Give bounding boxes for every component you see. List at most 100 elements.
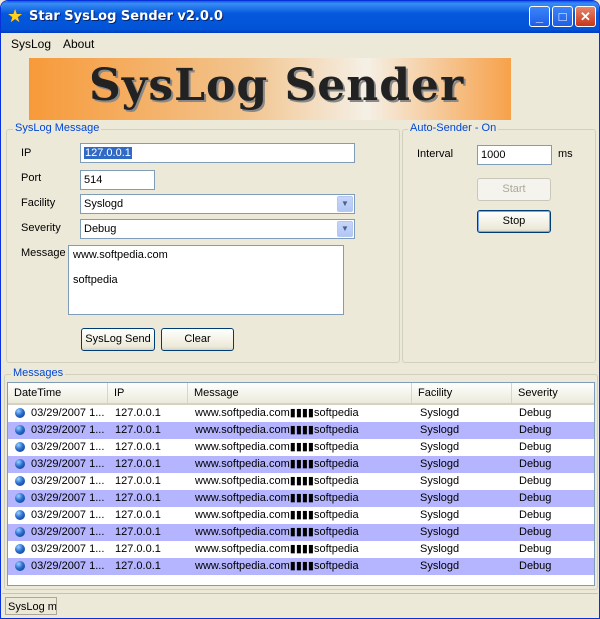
table-row[interactable]: 03/29/2007 1... 127.0.0.1 www.softpedia.co… <box>8 439 594 456</box>
table-row[interactable]: 03/29/2007 1... 127.0.0.1 www.softpedia.co… <box>8 405 594 422</box>
cell-ip: 127.0.0.1 <box>115 458 161 470</box>
menu-syslog[interactable]: SysLog <box>11 37 51 51</box>
menu-about[interactable]: About <box>63 37 94 51</box>
cell-ip: 127.0.0.1 <box>115 526 161 538</box>
cell-ip: 127.0.0.1 <box>115 441 161 453</box>
cell-facility: Syslogd <box>420 526 460 538</box>
port-input[interactable]: 514 <box>80 170 155 190</box>
column-header-ip[interactable]: IP <box>108 383 188 403</box>
cell-severity: Debug <box>519 560 552 572</box>
cell-message: www.softpedia.com▮▮▮▮softpedia <box>195 526 359 538</box>
messages-list[interactable]: DateTime IP Message Facility Severity 03… <box>7 382 595 586</box>
table-row[interactable]: 03/29/2007 1... 127.0.0.1 www.softpedia.co… <box>8 490 594 507</box>
cell-facility: Syslogd <box>420 441 460 453</box>
cell-severity: Debug <box>519 441 552 453</box>
ip-input[interactable]: 127.0.0.1 <box>80 143 355 163</box>
close-button[interactable]: ✕ <box>575 6 596 27</box>
star-app-icon[interactable]: ★ <box>7 7 23 25</box>
message-bullet-icon <box>15 442 25 452</box>
syslog-send-button[interactable]: SysLog Send <box>81 328 155 351</box>
table-row[interactable]: 03/29/2007 1... 127.0.0.1 www.softpedia.co… <box>8 473 594 490</box>
chevron-down-icon[interactable]: ▼ <box>337 196 353 212</box>
status-bar: SysLog me <box>2 593 598 618</box>
title-bar[interactable]: ★ Star SysLog Sender v2.0.0 _ □ ✕ <box>1 1 599 33</box>
ms-label: ms <box>558 148 573 160</box>
cell-facility: Syslogd <box>420 560 460 572</box>
message-bullet-icon <box>15 544 25 554</box>
message-line <box>73 261 339 274</box>
cell-datetime: 03/29/2007 1... <box>31 407 105 419</box>
cell-ip: 127.0.0.1 <box>115 475 161 487</box>
cell-severity: Debug <box>519 475 552 487</box>
table-row[interactable]: 03/29/2007 1... 127.0.0.1 www.softpedia.co… <box>8 456 594 473</box>
facility-select[interactable]: Syslogd ▼ <box>80 194 355 214</box>
cell-datetime: 03/29/2007 1... <box>31 543 105 555</box>
table-row[interactable]: 03/29/2007 1... 127.0.0.1 www.softpedia.co… <box>8 541 594 558</box>
interval-label: Interval <box>417 148 454 160</box>
cell-facility: Syslogd <box>420 492 460 504</box>
cell-message: www.softpedia.com▮▮▮▮softpedia <box>195 543 359 555</box>
cell-severity: Debug <box>519 543 552 555</box>
chevron-down-icon[interactable]: ▼ <box>337 221 353 237</box>
maximize-button[interactable]: □ <box>552 6 573 27</box>
severity-select[interactable]: Debug ▼ <box>80 219 355 239</box>
minimize-button[interactable]: _ <box>529 6 550 27</box>
table-row[interactable]: 03/29/2007 1... 127.0.0.1 www.softpedia.co… <box>8 422 594 439</box>
port-label: Port <box>21 172 42 184</box>
column-header-facility[interactable]: Facility <box>412 383 512 403</box>
column-header-message[interactable]: Message <box>188 383 412 403</box>
group-label-auto-sender: Auto-Sender - On <box>408 122 499 134</box>
cell-severity: Debug <box>519 424 552 436</box>
cell-message: www.softpedia.com▮▮▮▮softpedia <box>195 407 359 419</box>
severity-value: Debug <box>84 223 117 235</box>
cell-facility: Syslogd <box>420 475 460 487</box>
cell-severity: Debug <box>519 458 552 470</box>
cell-datetime: 03/29/2007 1... <box>31 458 105 470</box>
table-row[interactable]: 03/29/2007 1... 127.0.0.1 www.softpedia.co… <box>8 558 594 575</box>
banner-image: SysLog Sender <box>29 58 511 120</box>
severity-label: Severity <box>21 222 61 234</box>
message-bullet-icon <box>15 476 25 486</box>
cell-ip: 127.0.0.1 <box>115 543 161 555</box>
interval-input[interactable]: 1000 <box>477 145 552 165</box>
cell-datetime: 03/29/2007 1... <box>31 475 105 487</box>
cell-facility: Syslogd <box>420 458 460 470</box>
close-icon: ✕ <box>580 9 591 24</box>
cell-facility: Syslogd <box>420 543 460 555</box>
message-bullet-icon <box>15 561 25 571</box>
cell-message: www.softpedia.com▮▮▮▮softpedia <box>195 509 359 521</box>
message-bullet-icon <box>15 493 25 503</box>
maximize-icon: □ <box>558 9 567 24</box>
app-window: ★ Star SysLog Sender v2.0.0 _ □ ✕ SysLog… <box>0 0 600 619</box>
cell-datetime: 03/29/2007 1... <box>31 424 105 436</box>
stop-button[interactable]: Stop <box>477 210 551 233</box>
cell-severity: Debug <box>519 492 552 504</box>
table-row[interactable]: 03/29/2007 1... 127.0.0.1 www.softpedia.co… <box>8 524 594 541</box>
cell-datetime: 03/29/2007 1... <box>31 492 105 504</box>
message-bullet-icon <box>15 425 25 435</box>
message-textarea[interactable]: www.softpedia.com softpedia <box>68 245 344 315</box>
cell-message: www.softpedia.com▮▮▮▮softpedia <box>195 441 359 453</box>
facility-label: Facility <box>21 197 56 209</box>
message-bullet-icon <box>15 510 25 520</box>
cell-facility: Syslogd <box>420 424 460 436</box>
message-bullet-icon <box>15 408 25 418</box>
column-header-severity[interactable]: Severity <box>512 383 594 403</box>
ip-value: 127.0.0.1 <box>84 147 132 159</box>
start-button[interactable]: Start <box>477 178 551 201</box>
table-row[interactable]: 03/29/2007 1... 127.0.0.1 www.softpedia.co… <box>8 507 594 524</box>
cell-ip: 127.0.0.1 <box>115 407 161 419</box>
cell-datetime: 03/29/2007 1... <box>31 441 105 453</box>
cell-datetime: 03/29/2007 1... <box>31 560 105 572</box>
group-label-syslog-message: SysLog Message <box>13 122 102 134</box>
status-text: SysLog me <box>5 597 57 615</box>
clear-button[interactable]: Clear <box>161 328 234 351</box>
message-bullet-icon <box>15 459 25 469</box>
cell-message: www.softpedia.com▮▮▮▮softpedia <box>195 475 359 487</box>
cell-message: www.softpedia.com▮▮▮▮softpedia <box>195 560 359 572</box>
window-title: Star SysLog Sender v2.0.0 <box>29 9 223 24</box>
cell-message: www.softpedia.com▮▮▮▮softpedia <box>195 424 359 436</box>
cell-datetime: 03/29/2007 1... <box>31 509 105 521</box>
facility-value: Syslogd <box>84 198 124 210</box>
column-header-datetime[interactable]: DateTime <box>8 383 108 403</box>
